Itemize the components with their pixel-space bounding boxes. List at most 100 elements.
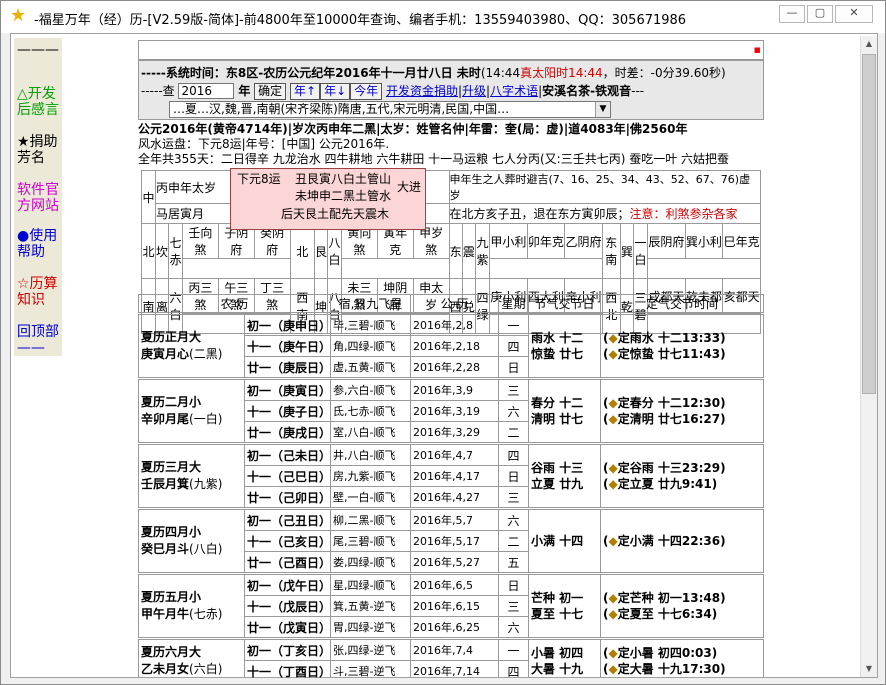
diamond-icon: ◆: [608, 412, 618, 426]
weekday: 一: [498, 639, 529, 661]
palace-cell: 巳年克: [722, 223, 761, 259]
gregorian-date: 2016年,3,29: [410, 421, 499, 443]
col-header-mansion: 宿,日九飞星: [330, 294, 411, 313]
diamond-icon: ◆: [608, 331, 618, 345]
lunar-day: 初一（庚申日）: [244, 314, 331, 336]
month-cell: 夏历三月大 壬辰月箕(九紫): [138, 444, 245, 508]
palace-cell: 卯年克: [526, 223, 566, 259]
close-button[interactable]: ✕: [835, 5, 873, 23]
diamond-icon: ◆: [608, 461, 618, 475]
time-diff: ，时差：-0分39.60秒): [602, 66, 726, 80]
month-cell: 夏历四月小 癸巳月斗(八白): [138, 509, 245, 573]
lunar-day: 十一（己亥日）: [244, 530, 331, 552]
solar-term-cell: 谷雨 十三 立夏 廿九: [528, 444, 601, 508]
solar-term-cell: 春分 十二 清明 廿七: [528, 379, 601, 443]
gregorian-date: 2016年,6,25: [410, 616, 499, 638]
lunar-day: 十一（己巳日）: [244, 465, 331, 487]
month-cell: 夏历六月大 乙未月女(六白): [138, 639, 245, 678]
mansion-star: 胃,四绿-逆飞: [330, 616, 411, 638]
nav-donors[interactable]: ★捐助芳名: [17, 134, 63, 166]
mansion-star: 氐,七赤-顺飞: [330, 400, 411, 422]
mansion-star: 虚,五黄-顺飞: [330, 356, 411, 378]
nav-official-site[interactable]: 软件官方网站: [17, 182, 63, 214]
nav-dev-thoughts[interactable]: △开发后感言: [17, 86, 63, 118]
month-name: 夏历三月大: [141, 460, 202, 474]
term-time-cell: (◆定芒种 初一13:48) (◆定夏至 十七6:34): [600, 574, 764, 638]
vertical-scrollbar[interactable]: ▲ ▼: [860, 36, 877, 677]
terms-link[interactable]: 八字术语: [490, 84, 538, 98]
weekday: 三: [498, 379, 529, 401]
weekday: 四: [498, 444, 529, 466]
col-header-weekday: 星期: [498, 294, 529, 313]
scroll-up-icon[interactable]: ▲: [861, 36, 877, 52]
table-row: 夏历五月小 甲午月牛(七赤) 初一（戊午日） 星,四绿-顺飞 2016年,6,5 日芒种 …: [138, 574, 764, 638]
col-header-lunar: 农 历: [138, 294, 331, 313]
solar-time: 真太阳时14:44: [520, 66, 603, 80]
palace-cell: 东: [448, 223, 463, 279]
year-info-line2: 风水运盘：下元8运|年号：[中国] 公元2016年.: [138, 137, 390, 151]
minimize-button[interactable]: —: [779, 5, 805, 23]
top-banner: ▪: [138, 40, 764, 60]
weekday: 三: [498, 595, 529, 617]
year-input[interactable]: 2016: [178, 83, 235, 99]
term-time: 定雨水 十二13:33: [617, 331, 721, 345]
dynasty-select[interactable]: …夏…汉,魏,晋,南朝(宋齐梁陈)隋唐,五代,宋元明清,民国,中国… ▼: [169, 101, 611, 118]
palace-center: 中: [141, 170, 156, 224]
gregorian-date: 2016年,3,19: [410, 400, 499, 422]
weekday: 三: [498, 486, 529, 508]
palace-cell-kan: 坎: [154, 223, 170, 279]
palace-cell-north: 北: [141, 223, 156, 279]
nav-back-to-top[interactable]: 回顶部——: [17, 324, 63, 356]
tooltip-match: 后天艮土配先天震木: [281, 207, 390, 221]
scroll-thumb[interactable]: [862, 54, 876, 394]
palace-cell-qichi: 七赤: [168, 223, 184, 279]
mansion-star: 张,四绿-逆飞: [330, 639, 411, 661]
this-year-button[interactable]: 今年: [350, 83, 383, 100]
term-time: 定清明 廿七16:27: [617, 412, 721, 426]
star-app-icon: ★: [10, 5, 27, 26]
tooltip-period: 下元8运: [237, 172, 281, 186]
palace-cell: 巽小利: [684, 223, 724, 259]
table-row: 夏历三月大 壬辰月箕(九紫) 初一（己未日） 井,八白-顺飞 2016年,4,7 四谷雨 …: [138, 444, 764, 508]
lunar-day: 廿一（庚戌日）: [244, 421, 331, 443]
gregorian-date: 2016年,2,18: [410, 335, 499, 357]
confirm-button[interactable]: 确定: [254, 83, 287, 100]
gregorian-date: 2016年,7,4: [410, 639, 499, 661]
mansion-star: 壁,一白-顺飞: [330, 486, 411, 508]
nav-help[interactable]: ●使用帮助: [17, 228, 63, 260]
month-star: (七赤): [189, 607, 223, 621]
maximize-button[interactable]: ▢: [807, 5, 833, 23]
diamond-icon: ◆: [608, 607, 618, 621]
term-time: 定大暑 十九17:30: [617, 661, 721, 676]
content-area: ——— △开发后感言 ★捐助芳名 软件官方网站 ●使用帮助 ☆历算知识 回顶部—…: [10, 33, 878, 678]
palace-cell: 九紫: [475, 223, 491, 279]
weekday: 六: [498, 400, 529, 422]
gregorian-date: 2016年,5,27: [410, 551, 499, 573]
year-down-button[interactable]: 年↓: [320, 83, 351, 100]
diamond-icon: ◆: [608, 477, 618, 491]
tooltip-progress: 大进: [397, 180, 422, 194]
month-ganzhi: 乙未月女: [141, 661, 190, 676]
upgrade-link[interactable]: 升级: [462, 84, 486, 98]
term-time: 定小暑 初四0:03: [617, 645, 712, 660]
gregorian-date: 2016年,6,15: [410, 595, 499, 617]
app-window: ★ -福星万年（经）历-[V2.59版-简体]-前4800年至10000年查询、…: [0, 0, 886, 685]
table-row: 夏历正月大 庚寅月心(二黑) 初一（庚申日） 毕,三碧-顺飞 2016年,2,8 一雨水 …: [138, 314, 764, 378]
weekday: 日: [498, 574, 529, 596]
month-star: (二黑): [189, 347, 223, 361]
month-name: 夏历四月小: [141, 525, 202, 539]
lunar-day: 廿一（庚辰日）: [244, 356, 331, 378]
weekday: 五: [498, 551, 529, 573]
scroll-down-icon[interactable]: ▼: [861, 661, 877, 677]
weekday: 四: [498, 660, 529, 678]
year-up-button[interactable]: 年↑: [290, 83, 321, 100]
lunar-day: 十一（庚午日）: [244, 335, 331, 357]
system-time-label: -----系统时间：东8区-农历公元纪年2016年十一月廿八日 未时: [141, 66, 481, 80]
year-unit: 年: [238, 84, 251, 98]
lunar-day: 廿一（己卯日）: [244, 486, 331, 508]
month-cell: 夏历二月小 辛卯月尾(一白): [138, 379, 245, 443]
nav-calendar-knowledge[interactable]: ☆历算知识: [17, 276, 63, 308]
donate-link[interactable]: 开发资金捐助: [386, 84, 458, 98]
palace-cell: 乙阴府: [564, 223, 603, 259]
chevron-down-icon[interactable]: ▼: [595, 102, 610, 117]
